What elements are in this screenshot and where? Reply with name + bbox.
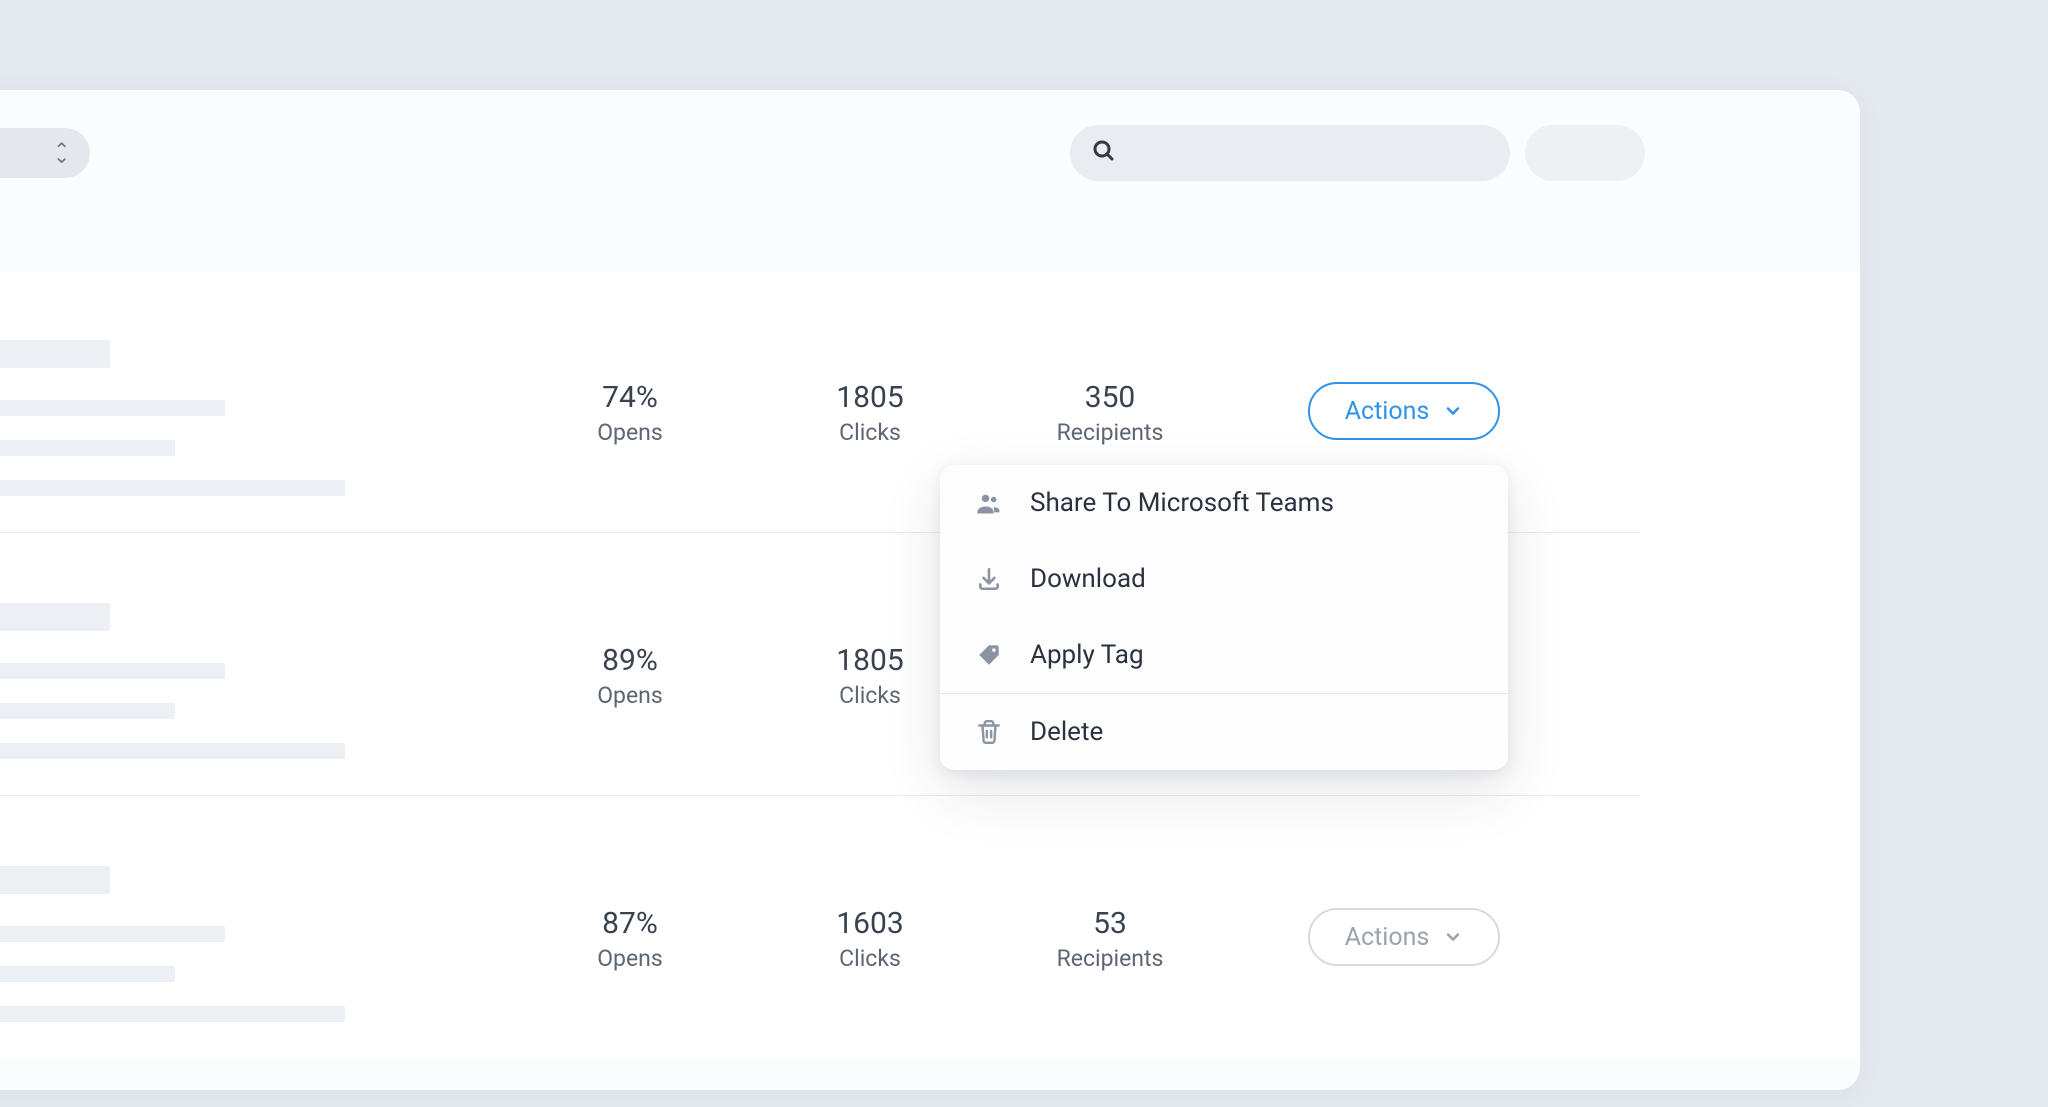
search-input[interactable] — [1070, 125, 1510, 181]
menu-label: Delete — [1030, 717, 1103, 747]
skeleton-title — [0, 603, 110, 631]
list-row: 87% Opens 1603 Clicks 53 Recipients Acti… — [0, 796, 1640, 1059]
topbar: ⌃⌄ — [0, 90, 1860, 215]
stat-value: 1805 — [750, 380, 990, 415]
skeleton-line — [0, 926, 225, 942]
skeleton-line — [0, 480, 345, 496]
tag-icon — [974, 640, 1004, 670]
menu-apply-tag[interactable]: Apply Tag — [940, 617, 1508, 693]
skeleton-line — [0, 1006, 345, 1022]
skeleton-line — [0, 743, 345, 759]
skeleton-title — [0, 866, 110, 894]
stat-clicks: 1805 Clicks — [750, 380, 990, 446]
menu-share-teams[interactable]: Share To Microsoft Teams — [940, 465, 1508, 541]
skeleton-line — [0, 400, 225, 416]
stat-recipients: 350 Recipients — [990, 380, 1230, 446]
stat-opens: 74% Opens — [510, 380, 750, 446]
stat-clicks: 1603 Clicks — [750, 906, 990, 972]
stat-value: 1603 — [750, 906, 990, 941]
stat-label: Opens — [510, 682, 750, 709]
sort-icon: ⌃⌄ — [53, 145, 70, 161]
skeleton-title — [0, 340, 110, 368]
chevron-down-icon — [1443, 401, 1463, 421]
skeleton-line — [0, 440, 175, 456]
actions-button[interactable]: Actions — [1308, 382, 1500, 440]
stat-opens: 89% Opens — [510, 643, 750, 709]
stat-opens: 87% Opens — [510, 906, 750, 972]
actions-menu: Share To Microsoft Teams Download Apply … — [940, 465, 1508, 770]
app-card: ⌃⌄ 74% Opens 1805 — [0, 90, 1860, 1090]
menu-label: Apply Tag — [1030, 640, 1144, 670]
download-icon — [974, 564, 1004, 594]
stat-label: Opens — [510, 945, 750, 972]
stat-value: 87% — [510, 906, 750, 941]
search-icon — [1092, 139, 1116, 167]
menu-delete[interactable]: Delete — [940, 694, 1508, 770]
stat-value: 74% — [510, 380, 750, 415]
filter-dropdown[interactable]: ⌃⌄ — [0, 128, 90, 178]
stat-value: 350 — [990, 380, 1230, 415]
actions-label: Actions — [1345, 397, 1430, 426]
stat-label: Recipients — [990, 419, 1230, 446]
header-action-pill[interactable] — [1525, 125, 1645, 181]
users-icon — [974, 488, 1004, 518]
stat-value: 53 — [990, 906, 1230, 941]
stat-label: Clicks — [750, 419, 990, 446]
menu-label: Share To Microsoft Teams — [1030, 488, 1334, 518]
skeleton-line — [0, 703, 175, 719]
chevron-down-icon — [1443, 927, 1463, 947]
menu-download[interactable]: Download — [940, 541, 1508, 617]
skeleton-line — [0, 966, 175, 982]
list-row: 74% Opens 1805 Clicks 350 Recipients Act… — [0, 270, 1640, 533]
stat-label: Recipients — [990, 945, 1230, 972]
trash-icon — [974, 717, 1004, 747]
actions-button[interactable]: Actions — [1308, 908, 1500, 966]
stat-recipients: 53 Recipients — [990, 906, 1230, 972]
actions-label: Actions — [1345, 923, 1430, 952]
stat-label: Clicks — [750, 945, 990, 972]
skeleton-line — [0, 663, 225, 679]
content-list: 74% Opens 1805 Clicks 350 Recipients Act… — [0, 270, 1860, 1059]
stat-label: Opens — [510, 419, 750, 446]
menu-label: Download — [1030, 564, 1146, 594]
stat-value: 89% — [510, 643, 750, 678]
